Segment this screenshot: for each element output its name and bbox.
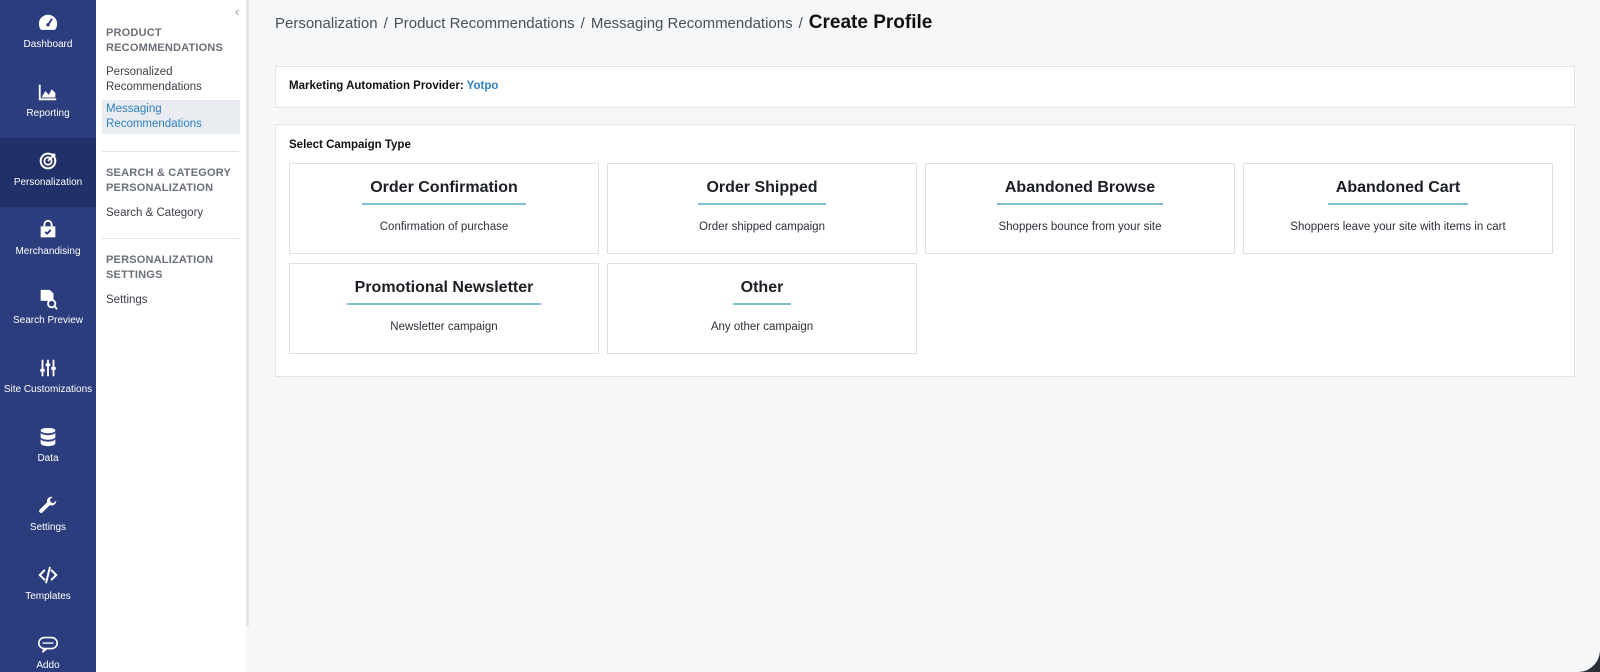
nav-reporting-label: Reporting bbox=[26, 108, 70, 119]
campaign-card-title: Order Shipped bbox=[698, 179, 826, 205]
breadcrumb-separator: / bbox=[580, 15, 585, 32]
nav-reporting[interactable]: Reporting bbox=[0, 69, 96, 138]
subnav-divider bbox=[102, 151, 239, 152]
nav-addo-label: Addo bbox=[36, 660, 60, 671]
shopping-bag-icon bbox=[40, 219, 56, 238]
subnav-divider bbox=[102, 238, 239, 239]
campaign-type-panel: Select Campaign Type Order Confirmation … bbox=[275, 124, 1575, 377]
section-title-search-category-personalization: SEARCH & CATEGORY PERSONALIZATION bbox=[106, 167, 231, 194]
nav-merchandising[interactable]: Merchandising bbox=[0, 207, 96, 276]
campaign-card-other[interactable]: Other Any other campaign bbox=[607, 263, 917, 354]
section-title-personalization-settings: PERSONALIZATION SETTINGS bbox=[106, 254, 214, 281]
nav-data-label: Data bbox=[37, 453, 59, 464]
nav-personalization[interactable]: Personalization bbox=[0, 138, 96, 207]
nav-merchandising-label: Merchandising bbox=[15, 246, 81, 257]
campaign-card-abandoned-cart[interactable]: Abandoned Cart Shoppers leave your site … bbox=[1243, 163, 1553, 254]
subnav-item-settings[interactable]: Settings bbox=[102, 291, 240, 310]
main-nav-rail: Dashboard Reporting Personalization Merc… bbox=[0, 0, 96, 672]
nav-site-customizations-label: Site Customizations bbox=[3, 384, 93, 395]
campaign-card-description: Newsletter campaign bbox=[390, 321, 498, 333]
chevron-left-icon[interactable]: ‹ bbox=[235, 4, 239, 19]
nav-data[interactable]: Data bbox=[0, 414, 96, 483]
gauge-icon bbox=[38, 14, 58, 30]
provider-panel: Marketing Automation Provider: Yotpo bbox=[275, 66, 1575, 108]
subnav-item-search-category[interactable]: Search & Category bbox=[102, 204, 240, 223]
campaign-card-abandoned-browse[interactable]: Abandoned Browse Shoppers bounce from yo… bbox=[925, 163, 1235, 254]
nav-templates-label: Templates bbox=[25, 591, 71, 602]
nav-dashboard[interactable]: Dashboard bbox=[0, 0, 96, 69]
page-title: Create Profile bbox=[808, 12, 933, 33]
breadcrumb-personalization[interactable]: Personalization bbox=[275, 15, 378, 32]
campaign-card-title: Other bbox=[732, 279, 792, 305]
document-search-icon bbox=[40, 289, 58, 310]
code-icon bbox=[38, 566, 58, 584]
section-title-product-recommendations: PRODUCT RECOMMENDATIONS bbox=[106, 27, 224, 54]
chat-icon bbox=[38, 636, 58, 653]
nav-templates[interactable]: Templates bbox=[0, 552, 96, 621]
campaign-card-order-shipped[interactable]: Order Shipped Order shipped campaign bbox=[607, 163, 917, 254]
campaign-card-title: Order Confirmation bbox=[362, 179, 526, 205]
campaign-card-title: Abandoned Cart bbox=[1327, 179, 1469, 205]
breadcrumb-product-recommendations[interactable]: Product Recommendations bbox=[394, 15, 575, 32]
campaign-card-title: Promotional Newsletter bbox=[346, 279, 542, 305]
subnav-item-personalized-recommendations[interactable]: Personalized Recommendations bbox=[102, 63, 240, 97]
subnav-item-messaging-recommendations[interactable]: Messaging Recommendations bbox=[102, 100, 240, 134]
campaign-card-description: Confirmation of purchase bbox=[379, 221, 509, 233]
breadcrumb-messaging-recommendations[interactable]: Messaging Recommendations bbox=[591, 15, 793, 32]
nav-dashboard-label: Dashboard bbox=[23, 39, 73, 50]
nav-settings-label: Settings bbox=[29, 522, 67, 533]
secondary-nav-border bbox=[246, 0, 249, 626]
provider-label: Marketing Automation Provider: bbox=[289, 80, 464, 92]
campaign-card-order-confirmation[interactable]: Order Confirmation Confirmation of purch… bbox=[289, 163, 599, 254]
nav-addo[interactable]: Addo bbox=[0, 621, 96, 672]
breadcrumb-separator: / bbox=[383, 15, 388, 32]
campaign-card-promotional-newsletter[interactable]: Promotional Newsletter Newsletter campai… bbox=[289, 263, 599, 354]
breadcrumb-separator: / bbox=[798, 15, 803, 32]
database-icon bbox=[40, 427, 56, 447]
provider-link[interactable]: Yotpo bbox=[467, 80, 499, 92]
target-icon bbox=[39, 152, 57, 170]
campaign-card-description: Shoppers bounce from your site bbox=[998, 221, 1162, 233]
breadcrumb: Personalization / Product Recommendation… bbox=[275, 12, 932, 34]
nav-search-preview[interactable]: Search Preview bbox=[0, 276, 96, 345]
area-chart-icon bbox=[38, 84, 57, 101]
app-window: Dashboard Reporting Personalization Merc… bbox=[0, 0, 1600, 672]
sliders-icon bbox=[40, 359, 56, 377]
nav-search-preview-label: Search Preview bbox=[12, 315, 84, 326]
nav-settings[interactable]: Settings bbox=[0, 483, 96, 552]
wrench-icon bbox=[39, 496, 57, 513]
campaign-card-description: Shoppers leave your site with items in c… bbox=[1290, 221, 1506, 233]
nav-personalization-label: Personalization bbox=[13, 177, 83, 188]
campaign-card-description: Any other campaign bbox=[710, 321, 814, 333]
campaign-card-description: Order shipped campaign bbox=[699, 221, 825, 233]
campaign-card-title: Abandoned Browse bbox=[996, 179, 1164, 205]
campaign-type-heading: Select Campaign Type bbox=[289, 139, 411, 151]
nav-site-customizations[interactable]: Site Customizations bbox=[0, 345, 96, 414]
